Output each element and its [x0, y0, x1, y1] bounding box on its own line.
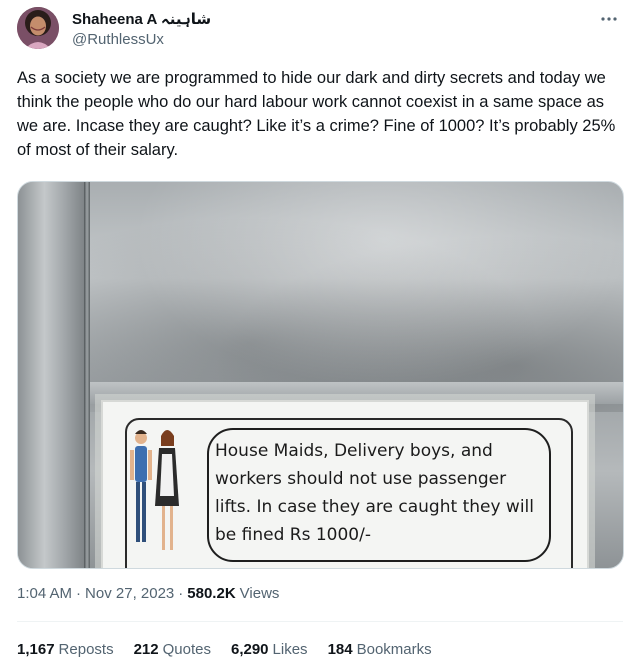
bookmarks-label: Bookmarks	[356, 641, 432, 658]
more-button[interactable]	[596, 6, 622, 32]
views-label: Views	[239, 585, 280, 602]
steel-sheen	[90, 182, 623, 412]
user-handle[interactable]: @RuthlessUx	[72, 31, 164, 48]
workers-illustration	[130, 430, 179, 550]
notice-sign: House Maids, Delivery boys, and workers …	[101, 400, 589, 568]
meta-separator: ·	[76, 585, 82, 602]
tweet-time[interactable]: 1:04 AM	[17, 585, 72, 602]
divider	[17, 621, 623, 622]
display-name-row[interactable]: Shaheena A شاہینہ	[72, 9, 211, 29]
reposts-count: 1,167	[17, 641, 55, 658]
views-count: 580.2K	[187, 585, 236, 602]
display-name[interactable]: Shaheena A شاہینہ	[72, 10, 211, 28]
engagement-stats: 1,167 Reposts 212 Quotes 6,290 Likes 184…	[17, 641, 452, 658]
likes-count: 6,290	[230, 641, 269, 658]
reposts-label: Reposts	[58, 641, 114, 658]
reposts-stat[interactable]: 1,167 Reposts	[17, 641, 114, 658]
bookmarks-stat[interactable]: 184 Bookmarks	[328, 641, 432, 658]
bookmarks-count: 184	[327, 641, 353, 658]
tweet: Shaheena A شاہینہ @RuthlessUx As a socie…	[0, 0, 640, 672]
more-horizontal-icon	[601, 17, 617, 21]
quotes-label: Quotes	[162, 641, 211, 658]
likes-label: Likes	[272, 641, 308, 658]
avatar[interactable]	[17, 7, 59, 49]
tweet-text: As a society we are programmed to hide o…	[17, 69, 616, 159]
elevator-panel	[18, 182, 84, 568]
avatar-image	[17, 7, 59, 49]
tweet-date[interactable]: Nov 27, 2023	[85, 585, 174, 602]
tweet-meta: 1:04 AM · Nov 27, 2023 · 580.2K Views	[17, 585, 279, 602]
meta-separator: ·	[178, 585, 184, 602]
tweet-photo[interactable]: House Maids, Delivery boys, and workers …	[17, 181, 624, 569]
quotes-stat[interactable]: 212 Quotes	[134, 641, 211, 658]
sign-text: House Maids, Delivery boys, and workers …	[215, 441, 535, 545]
likes-stat[interactable]: 6,290 Likes	[231, 641, 308, 658]
quotes-count: 212	[133, 641, 159, 658]
